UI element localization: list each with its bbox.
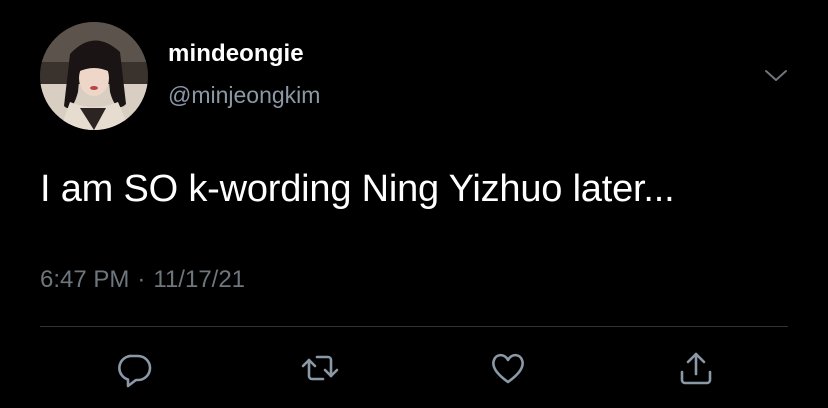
tweet-date[interactable]: 11/17/21 <box>153 266 245 293</box>
chevron-down-icon[interactable] <box>760 62 792 90</box>
heart-icon <box>492 353 524 384</box>
tweet-card: mindeongie @minjeongkim I am SO k-wordin… <box>0 0 828 408</box>
retweet-arrows-icon <box>301 355 339 381</box>
divider <box>40 326 788 327</box>
avatar[interactable] <box>40 22 148 130</box>
meta-separator: · <box>137 266 146 293</box>
reply-button[interactable] <box>114 348 154 388</box>
tweet-meta: 6:47 PM · 11/17/21 <box>40 266 245 294</box>
author-handle[interactable]: @minjeongkim <box>168 82 320 109</box>
tweet-text: I am SO k-wording Ning Yizhuo later... <box>40 168 675 210</box>
speech-bubble-icon <box>118 354 152 388</box>
tweet-time[interactable]: 6:47 PM <box>40 266 129 293</box>
like-button[interactable] <box>488 348 528 388</box>
avatar-photo <box>40 22 148 130</box>
author-display-name[interactable]: mindeongie <box>168 40 304 68</box>
share-button[interactable] <box>676 348 716 388</box>
share-upload-icon <box>680 352 712 385</box>
retweet-button[interactable] <box>300 348 340 388</box>
